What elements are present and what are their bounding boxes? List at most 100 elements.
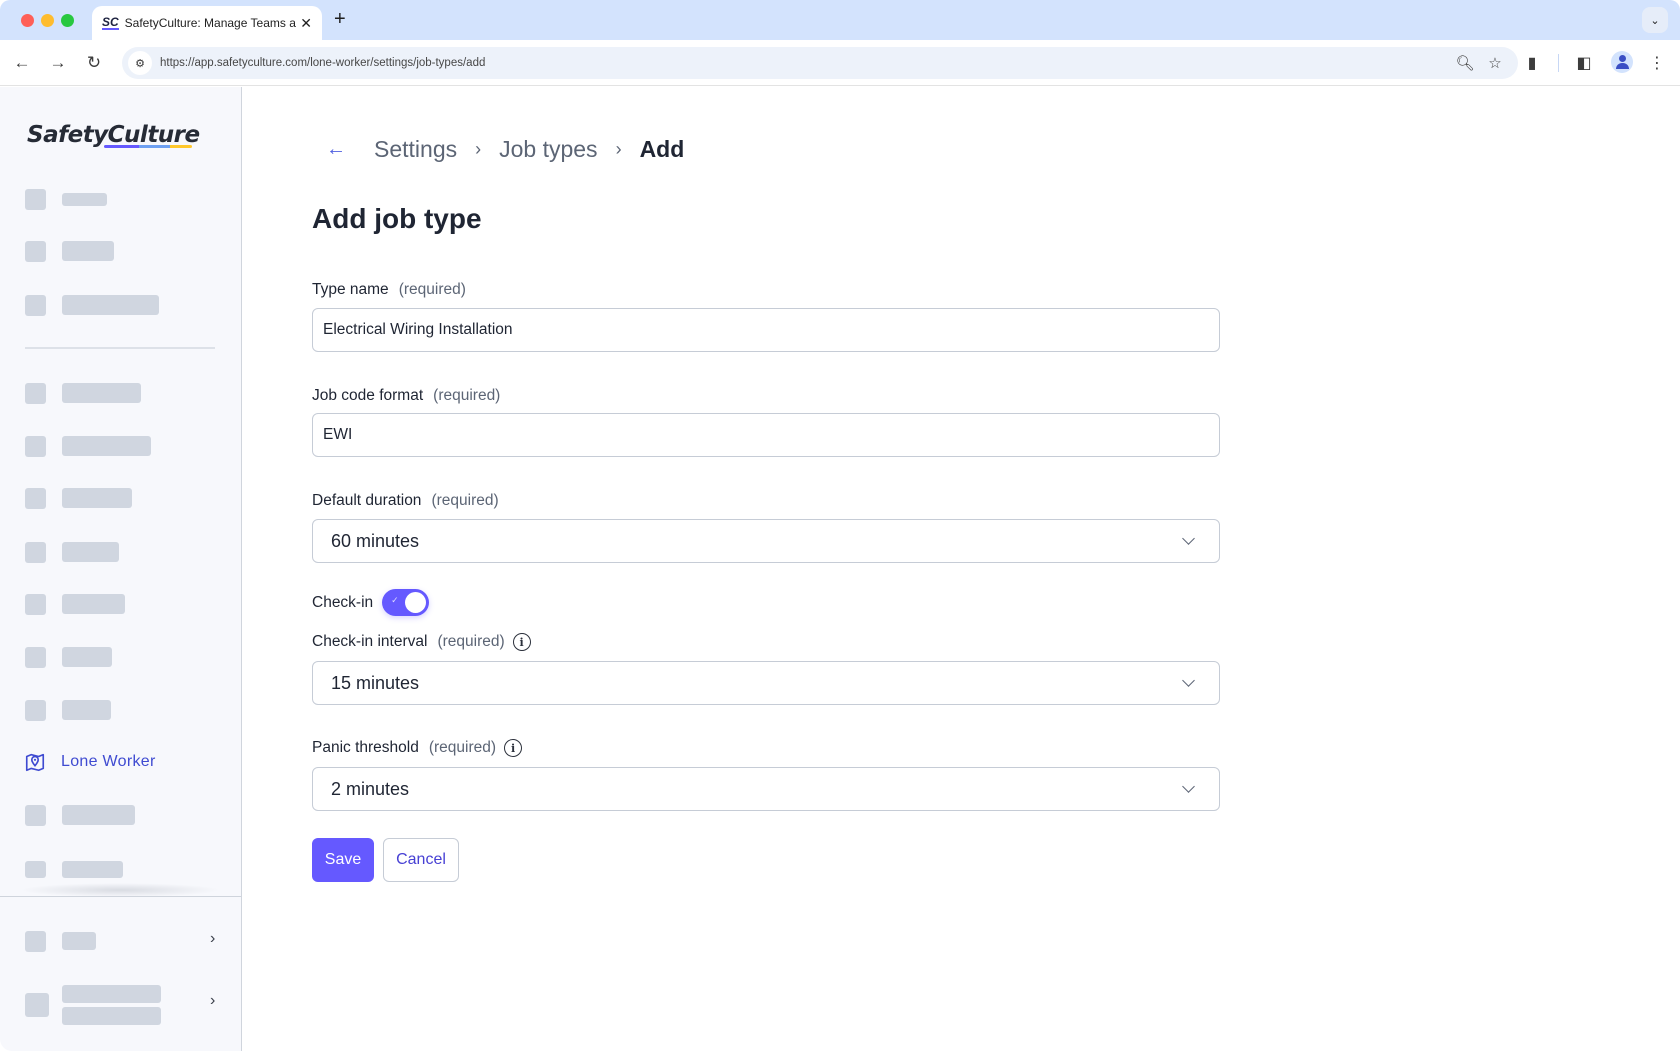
placeholder-icon <box>25 860 46 878</box>
placeholder-icon <box>25 240 46 262</box>
placeholder-icon <box>25 593 46 615</box>
arrow-right-icon: → <box>49 53 67 72</box>
tab-search-button[interactable]: ⌄ <box>1642 7 1668 33</box>
sidebar-item-placeholder[interactable] <box>25 985 161 1025</box>
chevron-right-icon[interactable]: › <box>210 930 215 948</box>
selected-value: 60 minutes <box>331 530 420 551</box>
zoom-icon[interactable]: 🔍︎ <box>1450 54 1480 72</box>
selected-value: 2 minutes <box>331 778 410 799</box>
reload-icon: ↻ <box>86 53 102 72</box>
sidebar <box>0 87 242 1051</box>
chevron-down-icon <box>1182 780 1195 793</box>
info-icon[interactable]: i <box>504 739 523 757</box>
breadcrumb-current: Add <box>639 135 685 162</box>
sidebar-item-placeholder[interactable] <box>25 188 107 210</box>
selected-value: 15 minutes <box>331 672 420 693</box>
browser-tab[interactable]: SC SafetyCulture: Manage Teams and... ✕ <box>92 6 322 40</box>
sidebar-item-placeholder[interactable] <box>25 930 96 952</box>
person-icon <box>1618 55 1626 62</box>
chevron-right-icon: › <box>615 138 622 159</box>
address-bar[interactable]: ⚙ https://app.safetyculture.com/lone-wor… <box>122 47 1518 79</box>
browser-tab-bar: SC SafetyCulture: Manage Teams and... ✕ … <box>0 0 1680 40</box>
job-code-format-input[interactable] <box>312 413 1220 457</box>
type-name-label: Type name (required) <box>312 281 466 298</box>
tab-title: SafetyCulture: Manage Teams and... <box>124 16 297 30</box>
sidebar-item-placeholder[interactable] <box>25 804 135 826</box>
new-tab-button[interactable]: + <box>334 8 346 31</box>
default-duration-select[interactable]: 60 minutes <box>312 519 1220 563</box>
sidebar-item-placeholder[interactable] <box>25 382 141 404</box>
check-in-toggle[interactable]: ✓ <box>382 589 430 616</box>
bookmark-star-icon[interactable]: ☆ <box>1480 54 1510 72</box>
save-button[interactable]: Save <box>312 838 374 882</box>
close-tab-icon[interactable]: ✕ <box>300 15 312 32</box>
extensions-button[interactable]: ▮ <box>1520 51 1544 75</box>
more-vertical-icon: ⋮ <box>1649 55 1665 72</box>
sidebar-item-placeholder[interactable] <box>25 294 159 316</box>
map-pin-icon <box>25 753 45 772</box>
placeholder-icon <box>25 930 46 952</box>
breadcrumb-settings[interactable]: Settings <box>374 136 457 163</box>
placeholder-icon <box>25 294 46 316</box>
sidebar-item-placeholder[interactable] <box>25 593 125 615</box>
sidebar-item-placeholder[interactable] <box>25 646 112 668</box>
side-panel-button[interactable]: ◧ <box>1572 51 1596 75</box>
check-in-row: Check-in ✓ <box>312 589 430 616</box>
toggle-knob <box>405 592 427 613</box>
logo-underline <box>104 145 192 148</box>
placeholder-icon <box>25 382 46 404</box>
sidebar-item-placeholder[interactable] <box>25 699 111 721</box>
sidebar-item-placeholder[interactable] <box>25 541 119 563</box>
url-text[interactable]: https://app.safetyculture.com/lone-worke… <box>160 57 1450 69</box>
required-indicator: (required) <box>428 739 497 756</box>
default-duration-label: Default duration (required) <box>312 492 499 509</box>
forward-button[interactable]: → <box>46 51 70 75</box>
sidebar-item-lone-worker[interactable]: Lone Worker <box>24 751 156 773</box>
check-icon: ✓ <box>391 595 399 605</box>
required-indicator: (required) <box>431 492 499 509</box>
sidebar-item-placeholder[interactable] <box>25 487 132 509</box>
puzzle-icon: ▮ <box>1527 55 1537 72</box>
breadcrumb: ← Settings › Job types › Add <box>326 133 684 165</box>
safetyculture-favicon-icon: SC <box>102 15 119 30</box>
panic-threshold-select[interactable]: 2 minutes <box>312 767 1220 811</box>
info-icon[interactable]: i <box>512 633 531 651</box>
reload-button[interactable]: ↻ <box>82 51 106 75</box>
sidebar-item-placeholder[interactable] <box>25 435 151 457</box>
placeholder-icon <box>25 804 46 826</box>
breadcrumb-job-types[interactable]: Job types <box>499 136 597 163</box>
maximize-window-button[interactable] <box>61 14 74 27</box>
placeholder-icon <box>25 541 46 563</box>
toolbar-divider <box>1558 54 1559 72</box>
job-code-format-label: Job code format (required) <box>312 387 501 404</box>
arrow-left-icon: ← <box>13 53 31 72</box>
chevron-down-icon <box>1182 674 1195 687</box>
site-info-icon[interactable]: ⚙ <box>128 51 152 75</box>
check-in-label: Check-in <box>312 593 374 611</box>
cancel-button[interactable]: Cancel <box>383 838 459 882</box>
browser-toolbar: ← → ↻ ⚙ https://app.safetyculture.com/lo… <box>0 40 1680 86</box>
check-in-interval-label: Check-in interval (required) i <box>312 633 531 651</box>
placeholder-icon <box>25 993 49 1017</box>
back-button[interactable]: ← <box>10 51 34 75</box>
side-panel-icon: ◧ <box>1576 55 1592 72</box>
close-window-button[interactable] <box>21 14 34 27</box>
profile-avatar[interactable] <box>1611 51 1633 73</box>
sidebar-item-placeholder[interactable] <box>25 240 114 262</box>
placeholder-icon <box>25 487 46 509</box>
panic-threshold-label: Panic threshold (required) i <box>312 739 523 757</box>
required-indicator: (required) <box>398 281 466 298</box>
browser-menu-button[interactable]: ⋮ <box>1645 51 1669 75</box>
check-in-interval-select[interactable]: 15 minutes <box>312 661 1220 705</box>
sidebar-item-placeholder[interactable] <box>25 858 123 880</box>
chevron-down-icon <box>1182 532 1195 545</box>
type-name-input[interactable] <box>312 308 1220 352</box>
chevron-right-icon[interactable]: › <box>210 992 215 1010</box>
back-arrow-icon[interactable]: ← <box>326 138 346 161</box>
minimize-window-button[interactable] <box>41 14 54 27</box>
placeholder-icon <box>25 435 46 457</box>
sidebar-bottom-divider <box>0 896 241 897</box>
sidebar-item-label: Lone Worker <box>61 753 156 770</box>
placeholder-icon <box>25 646 46 668</box>
placeholder-icon <box>25 188 46 210</box>
